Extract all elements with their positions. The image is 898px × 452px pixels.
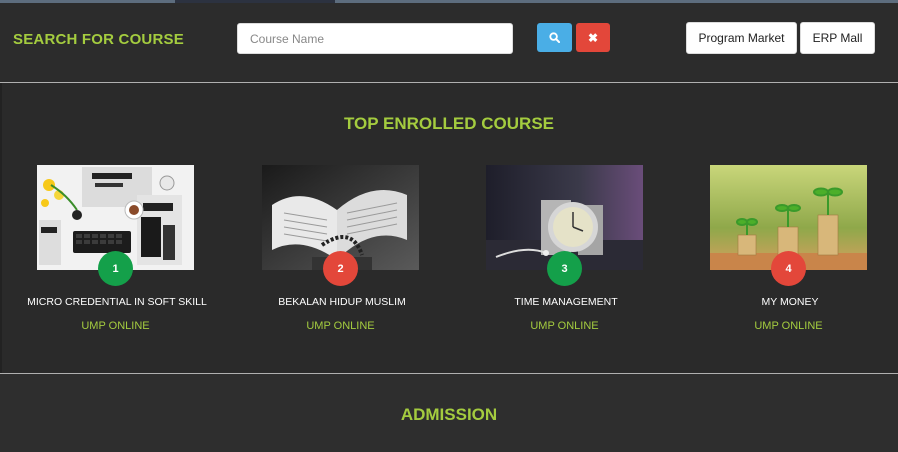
course-name[interactable]: MY MONEY (660, 296, 898, 308)
course-card[interactable]: 3 TIME MANAGEMENT UMP ONLINE (466, 165, 666, 345)
search-bar: SEARCH FOR COURSE ✖ Program Market ERP M… (0, 3, 898, 82)
course-name[interactable]: MICRO CREDENTIAL IN SOFT SKILL (0, 296, 247, 308)
search-icon (549, 32, 560, 43)
course-card[interactable]: 1 MICRO CREDENTIAL IN SOFT SKILL UMP ONL… (17, 165, 217, 345)
top-enrolled-title: TOP ENROLLED COURSE (343, 114, 554, 133)
course-institution: UMP ONLINE (530, 320, 599, 332)
course-search-input[interactable] (237, 23, 513, 54)
clear-button[interactable]: ✖ (576, 23, 610, 52)
search-title: SEARCH FOR COURSE (13, 31, 184, 48)
admission-title: ADMISSION (400, 405, 498, 424)
course-name[interactable]: TIME MANAGEMENT (436, 296, 696, 308)
program-market-button[interactable]: Program Market (686, 22, 797, 54)
close-icon: ✖ (587, 30, 599, 45)
course-institution: UMP ONLINE (81, 320, 150, 332)
course-institution: UMP ONLINE (754, 320, 823, 332)
erp-mall-button[interactable]: ERP Mall (800, 22, 875, 54)
search-button[interactable] (537, 23, 572, 52)
rank-badge: 2 (323, 251, 358, 286)
course-institution: UMP ONLINE (306, 320, 375, 332)
section-divider (0, 82, 898, 83)
rank-badge: 4 (771, 251, 806, 286)
course-card[interactable]: 2 BEKALAN HIDUP MUSLIM UMP ONLINE (242, 165, 442, 345)
course-name[interactable]: BEKALAN HIDUP MUSLIM (212, 296, 472, 308)
course-card[interactable]: 4 MY MONEY UMP ONLINE (690, 165, 890, 345)
rank-badge: 1 (98, 251, 133, 286)
rank-badge: 3 (547, 251, 582, 286)
